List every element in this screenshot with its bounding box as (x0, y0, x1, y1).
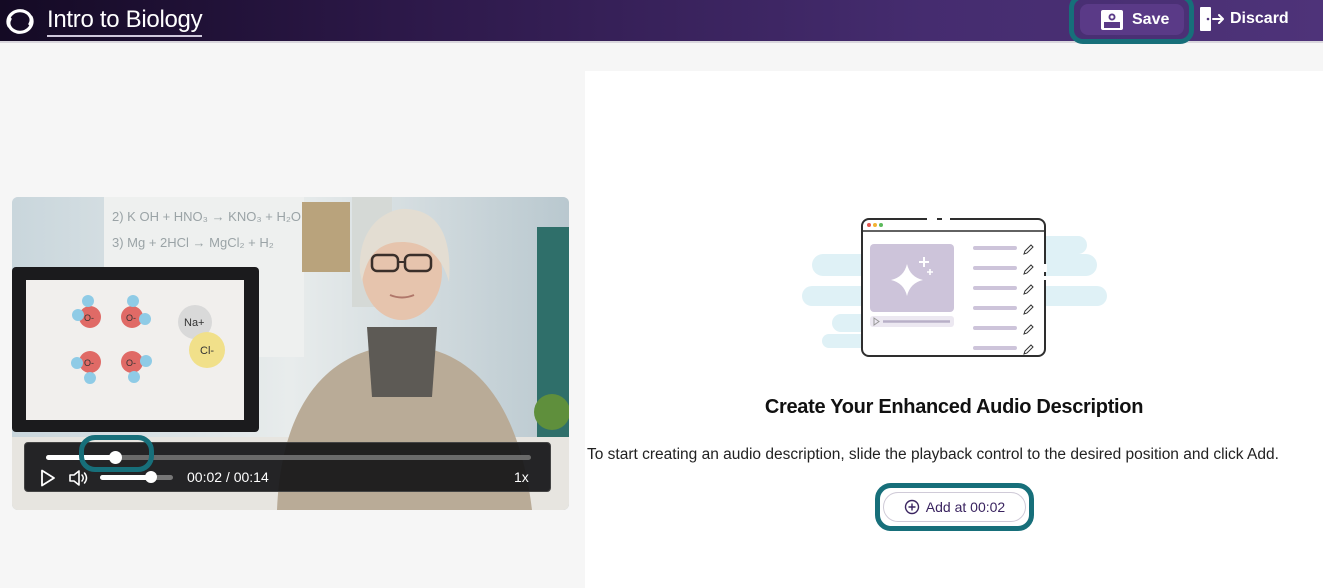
molecule-label: O- (84, 358, 94, 368)
discard-button[interactable]: Discard (1198, 4, 1289, 34)
whiteboard-line-2: 3) Mg + 2HCl → MgCl₂ + H₂ (112, 235, 274, 250)
molecule-label: O- (126, 358, 136, 368)
add-description-button[interactable]: Add at 00:02 (883, 492, 1026, 522)
save-button[interactable]: Save (1080, 4, 1184, 35)
app-title[interactable]: Intro to Biology (47, 6, 203, 37)
volume-icon[interactable] (68, 469, 90, 487)
time-display: 00:02 / 00:14 (187, 469, 269, 485)
save-label: Save (1132, 10, 1170, 28)
panel-heading: Create Your Enhanced Audio Description (764, 396, 1144, 418)
brand-logo-icon (6, 9, 34, 34)
camera-save-icon (1101, 9, 1123, 30)
playback-speed-button[interactable]: 1x (514, 469, 529, 485)
top-bar: Intro to Biology Save Discard (0, 0, 1323, 44)
video-controls: 00:02 / 00:14 1x (24, 435, 551, 492)
whiteboard-line-1: 2) K OH + HNO₃ → KNO₃ + H₂O (112, 209, 301, 224)
seek-highlight-ring (79, 435, 154, 472)
plus-circle-icon (904, 499, 919, 515)
molecule-label: O- (84, 313, 94, 323)
description-panel: Create Your Enhanced Audio Description T… (585, 71, 1323, 588)
exit-door-icon (1200, 7, 1224, 31)
sodium-label: Na+ (184, 317, 205, 329)
molecule-label: O- (126, 313, 136, 323)
add-button-label: Add at 00:02 (925, 499, 1006, 515)
cork-board (302, 202, 350, 272)
volume-slider[interactable] (100, 471, 173, 483)
volume-level (100, 475, 152, 480)
discard-label: Discard (1230, 10, 1289, 27)
volume-handle[interactable] (145, 471, 158, 483)
panel-instructions: To start creating an audio description, … (587, 446, 1279, 463)
audio-description-illustration (802, 216, 1107, 357)
chloride-label: Cl- (200, 345, 214, 357)
play-icon[interactable] (40, 469, 56, 487)
